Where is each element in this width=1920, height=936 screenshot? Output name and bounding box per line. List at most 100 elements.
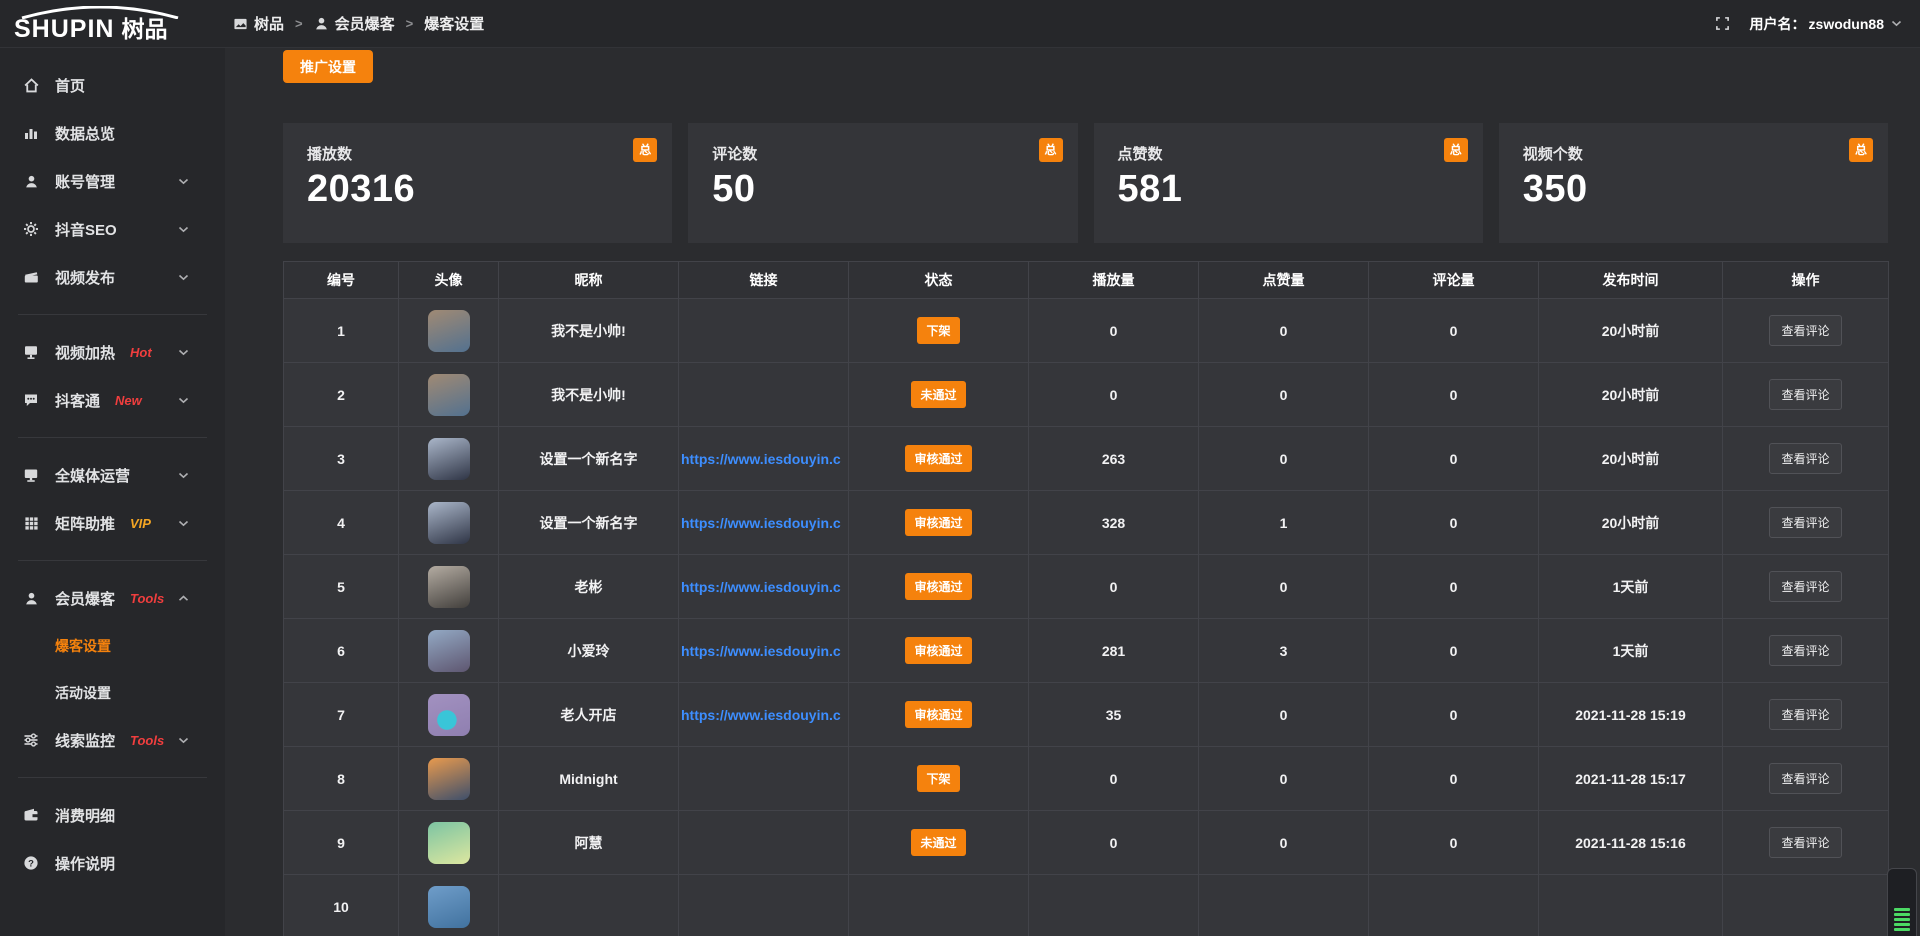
cell-action: [1723, 875, 1889, 936]
status-badge: 审核通过: [905, 573, 971, 600]
cell-number: 8: [284, 747, 399, 811]
table-row: 8Midnight下架0002021-11-28 15:17查看评论: [284, 747, 1889, 811]
sidebar-subitem-爆客设置[interactable]: 爆客设置: [0, 622, 225, 669]
cell-nickname: [499, 875, 679, 936]
fullscreen-icon[interactable]: [1715, 16, 1730, 31]
stat-card-评论数: 评论数50总: [688, 123, 1077, 243]
sidebar-item-视频加热[interactable]: 视频加热Hot: [0, 328, 225, 376]
stat-card-视频个数: 视频个数350总: [1499, 123, 1888, 243]
view-comments-button[interactable]: 查看评论: [1769, 635, 1841, 666]
cell-status: 审核通过: [849, 491, 1029, 555]
cell-status: [849, 875, 1029, 936]
breadcrumb-item[interactable]: 爆客设置: [424, 13, 484, 34]
help-icon: ?: [22, 855, 40, 871]
status-badge: 审核通过: [905, 509, 971, 536]
view-comments-button[interactable]: 查看评论: [1769, 763, 1841, 794]
sidebar-item-抖客通[interactable]: 抖客通New: [0, 376, 225, 424]
sidebar-item-label: 会员爆客: [55, 588, 115, 609]
cell-avatar: [399, 491, 499, 555]
stat-card-value: 50: [712, 168, 1053, 211]
cell-likes: 0: [1199, 555, 1369, 619]
stat-card-total-badge: 总: [1849, 138, 1873, 162]
column-header-昵称: 昵称: [499, 262, 679, 299]
sidebar-item-抖音SEO[interactable]: 抖音SEO: [0, 205, 225, 253]
user-menu[interactable]: 用户名： zswodun88: [1750, 14, 1902, 34]
sidebar-item-会员爆客[interactable]: 会员爆客 Tools: [0, 574, 225, 622]
table-row: 4设置一个新名字https://www.iesdouyin.c审核通过32810…: [284, 491, 1889, 555]
cell-link: [679, 875, 849, 936]
breadcrumb-item[interactable]: 树品: [233, 13, 284, 34]
cell-avatar: [399, 619, 499, 683]
cell-plays: 263: [1029, 427, 1199, 491]
cell-plays: [1029, 875, 1199, 936]
sidebar-item-tag: New: [115, 393, 142, 408]
view-comments-button[interactable]: 查看评论: [1769, 507, 1841, 538]
table-section: 编号头像昵称链接状态播放量点赞量评论量发布时间操作 1我不是小帅!下架00020…: [283, 261, 1888, 936]
cell-nickname: 设置一个新名字: [499, 427, 679, 491]
avatar: [428, 374, 470, 416]
view-comments-button[interactable]: 查看评论: [1769, 379, 1841, 410]
sidebar-subitem-活动设置[interactable]: 活动设置: [0, 669, 225, 716]
sidebar-item-tag: Tools: [130, 733, 164, 748]
breadcrumb-item[interactable]: 会员爆客: [314, 13, 395, 34]
sidebar-item-线索监控[interactable]: 线索监控 Tools: [0, 716, 225, 764]
cell-comments: 0: [1369, 555, 1539, 619]
cell-status: 审核通过: [849, 427, 1029, 491]
cell-action: 查看评论: [1723, 299, 1889, 363]
stat-cards: 播放数20316总评论数50总点赞数581总视频个数350总: [283, 123, 1888, 243]
view-comments-button[interactable]: 查看评论: [1769, 315, 1841, 346]
view-comments-button[interactable]: 查看评论: [1769, 443, 1841, 474]
avatar: [428, 694, 470, 736]
sidebar-item-消费明细[interactable]: 消费明细: [0, 791, 225, 839]
sidebar-item-账号管理[interactable]: 账号管理: [0, 157, 225, 205]
avatar: [428, 886, 470, 928]
stat-card-value: 20316: [307, 168, 648, 211]
sidebar-item-视频发布[interactable]: 视频发布: [0, 253, 225, 301]
avatar: [428, 630, 470, 672]
cell-link: https://www.iesdouyin.c: [679, 555, 849, 619]
video-link[interactable]: https://www.iesdouyin.c: [681, 707, 841, 723]
view-comments-button[interactable]: 查看评论: [1769, 827, 1841, 858]
sidebar-item-label: 线索监控: [55, 730, 115, 751]
cell-number: 9: [284, 811, 399, 875]
grid-icon: [22, 516, 40, 531]
view-comments-button[interactable]: 查看评论: [1769, 571, 1841, 602]
sidebar-item-操作说明[interactable]: ?操作说明: [0, 839, 225, 887]
floating-widget[interactable]: [1887, 868, 1917, 936]
status-badge: 未通过: [911, 381, 965, 408]
svg-text:?: ?: [28, 858, 34, 869]
username-value: zswodun88: [1809, 16, 1884, 32]
avatar: [428, 566, 470, 608]
table-row: 5老彬https://www.iesdouyin.c审核通过0001天前查看评论: [284, 555, 1889, 619]
video-link[interactable]: https://www.iesdouyin.c: [681, 579, 841, 595]
screen-icon: [22, 344, 40, 360]
cell-nickname: 阿慧: [499, 811, 679, 875]
sidebar-item-矩阵助推[interactable]: 矩阵助推VIP: [0, 499, 225, 547]
promo-settings-button[interactable]: 推广设置: [283, 50, 373, 83]
cell-comments: 0: [1369, 811, 1539, 875]
status-badge: 下架: [917, 765, 959, 792]
cell-avatar: [399, 555, 499, 619]
view-comments-button[interactable]: 查看评论: [1769, 699, 1841, 730]
breadcrumb-label: 树品: [254, 13, 284, 34]
cell-plays: 0: [1029, 747, 1199, 811]
main-content: 推广设置 播放数20316总评论数50总点赞数581总视频个数350总 编号头像…: [225, 0, 1920, 936]
video-link[interactable]: https://www.iesdouyin.c: [681, 451, 841, 467]
cell-avatar: [399, 683, 499, 747]
cell-number: 1: [284, 299, 399, 363]
chevron-down-icon: [174, 737, 192, 744]
sidebar: 首页数据总览账号管理抖音SEO视频发布视频加热Hot抖客通New 全媒体运营矩阵助…: [0, 48, 225, 936]
sidebar-item-全媒体运营[interactable]: 全媒体运营: [0, 451, 225, 499]
sidebar-item-tag: Tools: [130, 591, 164, 606]
wallet-icon: [22, 807, 40, 823]
cell-avatar: [399, 875, 499, 936]
video-link[interactable]: https://www.iesdouyin.c: [681, 515, 841, 531]
cell-plays: 328: [1029, 491, 1199, 555]
column-header-发布时间: 发布时间: [1539, 262, 1723, 299]
cell-nickname: 我不是小帅!: [499, 363, 679, 427]
sidebar-item-数据总览[interactable]: 数据总览: [0, 109, 225, 157]
sidebar-item-首页[interactable]: 首页: [0, 61, 225, 109]
video-link[interactable]: https://www.iesdouyin.c: [681, 643, 841, 659]
sidebar-item-label: 账号管理: [55, 171, 115, 192]
cell-comments: 0: [1369, 427, 1539, 491]
